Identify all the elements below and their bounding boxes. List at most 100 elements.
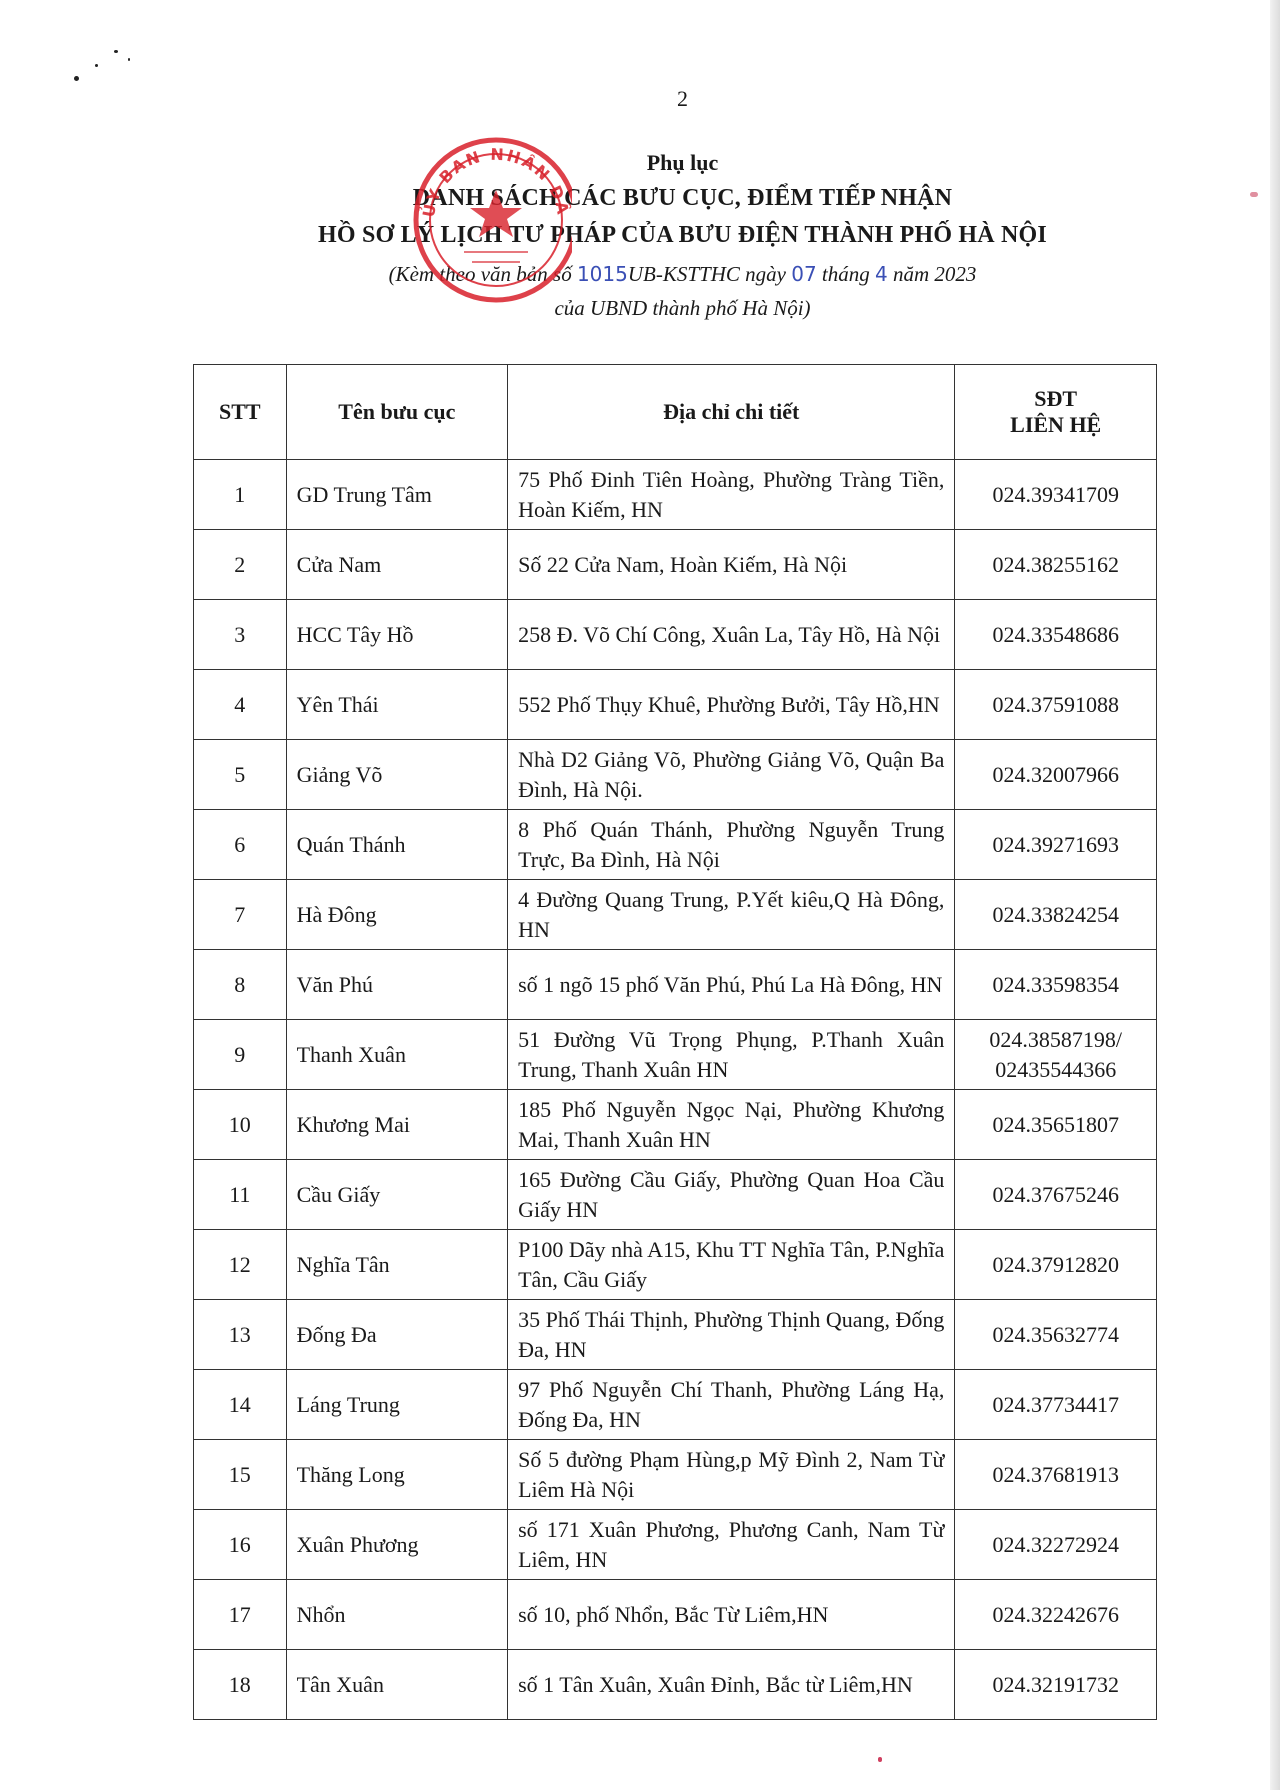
table-row: 6 Quán Thánh 8 Phố Quán Thánh, Phường Nguy… xyxy=(193,809,1157,880)
cell-phone: 024.37734417 xyxy=(954,1369,1157,1440)
document-title-line-2: HỒ SƠ LÝ LỊCH TƯ PHÁP CỦA BƯU ĐIỆN THÀNH… xyxy=(318,222,1047,248)
cell-name: Thanh Xuân xyxy=(285,1019,509,1090)
phone-secondary: 02435544366 xyxy=(995,1056,1117,1082)
cell-phone: 024.33598354 xyxy=(954,949,1157,1020)
cell-name: Đống Đa xyxy=(285,1299,509,1370)
handwritten-day: 07 xyxy=(791,262,817,286)
cell-stt: 6 xyxy=(193,809,287,880)
ink-speck xyxy=(878,1757,882,1762)
cell-phone: 024.37912820 xyxy=(954,1229,1157,1300)
ink-speck xyxy=(74,76,79,81)
cell-phone: 024.38587198/02435544366 xyxy=(954,1019,1157,1090)
cell-address: số 10, phố Nhổn, Bắc Từ Liêm,HN xyxy=(507,1579,956,1650)
cell-phone: 024.32242676 xyxy=(954,1579,1157,1650)
post-office-table: STT Tên bưu cục Địa chỉ chi tiết SĐT LIÊ… xyxy=(193,364,1157,1720)
reference-prefix: (Kèm theo văn bản số xyxy=(388,262,572,286)
document-reference-line: (Kèm theo văn bản số 1015UB-KSTTHC ngày … xyxy=(0,262,1280,287)
cell-phone: 024.32272924 xyxy=(954,1509,1157,1580)
table-body: 1 GD Trung Tâm 75 Phố Đinh Tiên Hoàng, Phư… xyxy=(193,459,1157,1720)
document-title-line-1: DANH SÁCH CÁC BƯU CỤC, ĐIỂM TIẾP NHẬN xyxy=(412,185,953,211)
cell-phone: 024.35651807 xyxy=(954,1089,1157,1160)
cell-address: 185 Phố Nguyễn Ngọc Nại, Phường Khương M… xyxy=(507,1089,956,1160)
cell-phone: 024.32007966 xyxy=(954,739,1157,810)
cell-name: Cầu Giấy xyxy=(285,1159,509,1230)
cell-stt: 18 xyxy=(193,1649,287,1720)
cell-name: Thăng Long xyxy=(285,1439,509,1510)
table-row: 11 Cầu Giấy 165 Đường Cầu Giấy, Phường Qua… xyxy=(193,1159,1157,1230)
table-row: 8 Văn Phú số 1 ngõ 15 phố Văn Phú, Phú La … xyxy=(193,949,1157,1020)
document-issuer-line: của UBND thành phố Hà Nội) xyxy=(554,296,811,320)
cell-name: Tân Xuân xyxy=(285,1649,509,1720)
cell-address: 552 Phố Thụy Khuê, Phường Bưởi, Tây Hồ,H… xyxy=(507,669,956,740)
cell-name: Láng Trung xyxy=(285,1369,509,1440)
ink-speck xyxy=(128,58,130,61)
table-row: 10 Khương Mai 185 Phố Nguyễn Ngọc Nại, Phư… xyxy=(193,1089,1157,1160)
cell-stt: 4 xyxy=(193,669,287,740)
cell-name: Quán Thánh xyxy=(285,809,509,880)
cell-stt: 1 xyxy=(193,459,287,530)
cell-name: Nhổn xyxy=(285,1579,509,1650)
header-phone-line-1: SĐT xyxy=(1034,386,1078,411)
cell-phone: 024.38255162 xyxy=(954,529,1157,600)
cell-address: 165 Đường Cầu Giấy, Phường Quan Hoa Cầu … xyxy=(507,1159,956,1230)
table-header-row: STT Tên bưu cục Địa chỉ chi tiết SĐT LIÊ… xyxy=(193,364,1157,460)
cell-address: 4 Đường Quang Trung, P.Yết kiêu,Q Hà Đôn… xyxy=(507,879,956,950)
cell-phone: 024.33824254 xyxy=(954,879,1157,950)
cell-name: Giảng Võ xyxy=(285,739,509,810)
cell-name: Nghĩa Tân xyxy=(285,1229,509,1300)
cell-stt: 14 xyxy=(193,1369,287,1440)
cell-stt: 15 xyxy=(193,1439,287,1510)
cell-address: Số 22 Cửa Nam, Hoàn Kiếm, Hà Nội xyxy=(507,529,956,600)
header-stt: STT xyxy=(193,364,287,460)
cell-address: 35 Phố Thái Thịnh, Phường Thịnh Quang, Đ… xyxy=(507,1299,956,1370)
cell-phone: 024.37675246 xyxy=(954,1159,1157,1230)
phone-primary: 024.38587198/ xyxy=(989,1026,1122,1052)
cell-stt: 12 xyxy=(193,1229,287,1300)
cell-stt: 10 xyxy=(193,1089,287,1160)
cell-stt: 2 xyxy=(193,529,287,600)
table-row: 12 Nghĩa Tân P100 Dãy nhà A15, Khu TT Nghĩ… xyxy=(193,1229,1157,1300)
year-label: năm 2023 xyxy=(893,262,977,286)
cell-name: GD Trung Tâm xyxy=(285,459,509,530)
cell-stt: 17 xyxy=(193,1579,287,1650)
header-phone: SĐT LIÊN HỆ xyxy=(954,364,1157,460)
table-row: 3 HCC Tây Hồ 258 Đ. Võ Chí Công, Xuân La, … xyxy=(193,599,1157,670)
cell-name: Yên Thái xyxy=(285,669,509,740)
cell-stt: 7 xyxy=(193,879,287,950)
table-row: 1 GD Trung Tâm 75 Phố Đinh Tiên Hoàng, Phư… xyxy=(193,459,1157,530)
cell-stt: 3 xyxy=(193,599,287,670)
table-row: 5 Giảng Võ Nhà D2 Giảng Võ, Phường Giảng V… xyxy=(193,739,1157,810)
table-row: 15 Thăng Long Số 5 đường Phạm Hùng,p Mỹ Đì… xyxy=(193,1439,1157,1510)
cell-stt: 13 xyxy=(193,1299,287,1370)
cell-phone: 024.37591088 xyxy=(954,669,1157,740)
cell-address: 8 Phố Quán Thánh, Phường Nguyễn Trung Tr… xyxy=(507,809,956,880)
cell-address: Nhà D2 Giảng Võ, Phường Giảng Võ, Quận B… xyxy=(507,739,956,810)
cell-name: Hà Đông xyxy=(285,879,509,950)
cell-address: số 1 Tân Xuân, Xuân Đỉnh, Bắc từ Liêm,HN xyxy=(507,1649,956,1720)
ink-speck xyxy=(114,50,118,53)
cell-name: Xuân Phương xyxy=(285,1509,509,1580)
cell-stt: 9 xyxy=(193,1019,287,1090)
cell-phone: 024.32191732 xyxy=(954,1649,1157,1720)
table-row: 18 Tân Xuân số 1 Tân Xuân, Xuân Đỉnh, Bắc … xyxy=(193,1649,1157,1720)
header-post-office-name: Tên bưu cục xyxy=(285,364,509,460)
reference-code: UB-KSTTHC ngày xyxy=(627,262,786,286)
appendix-label: Phụ lục xyxy=(646,150,719,175)
table-row: 4 Yên Thái 552 Phố Thụy Khuê, Phường Bưởi,… xyxy=(193,669,1157,740)
cell-address: 97 Phố Nguyễn Chí Thanh, Phường Láng Hạ,… xyxy=(507,1369,956,1440)
month-label: tháng xyxy=(821,262,870,286)
cell-address: số 1 ngõ 15 phố Văn Phú, Phú La Hà Đông,… xyxy=(507,949,956,1020)
table-row: 7 Hà Đông 4 Đường Quang Trung, P.Yết kiêu,… xyxy=(193,879,1157,950)
cell-stt: 11 xyxy=(193,1159,287,1230)
cell-phone: 024.33548686 xyxy=(954,599,1157,670)
table-row: 13 Đống Đa 35 Phố Thái Thịnh, Phường Thịnh… xyxy=(193,1299,1157,1370)
table-row: 2 Cửa Nam Số 22 Cửa Nam, Hoàn Kiếm, Hà Nội… xyxy=(193,529,1157,600)
header-address: Địa chỉ chi tiết xyxy=(507,364,956,460)
cell-address: P100 Dãy nhà A15, Khu TT Nghĩa Tân, P.Ng… xyxy=(507,1229,956,1300)
cell-address: Số 5 đường Phạm Hùng,p Mỹ Đình 2, Nam Từ… xyxy=(507,1439,956,1510)
table-row: 16 Xuân Phương số 171 Xuân Phương, Phương … xyxy=(193,1509,1157,1580)
cell-address: 258 Đ. Võ Chí Công, Xuân La, Tây Hồ, Hà … xyxy=(507,599,956,670)
cell-address: 75 Phố Đinh Tiên Hoàng, Phường Tràng Tiề… xyxy=(507,459,956,530)
cell-name: Văn Phú xyxy=(285,949,509,1020)
handwritten-month: 4 xyxy=(875,262,888,286)
